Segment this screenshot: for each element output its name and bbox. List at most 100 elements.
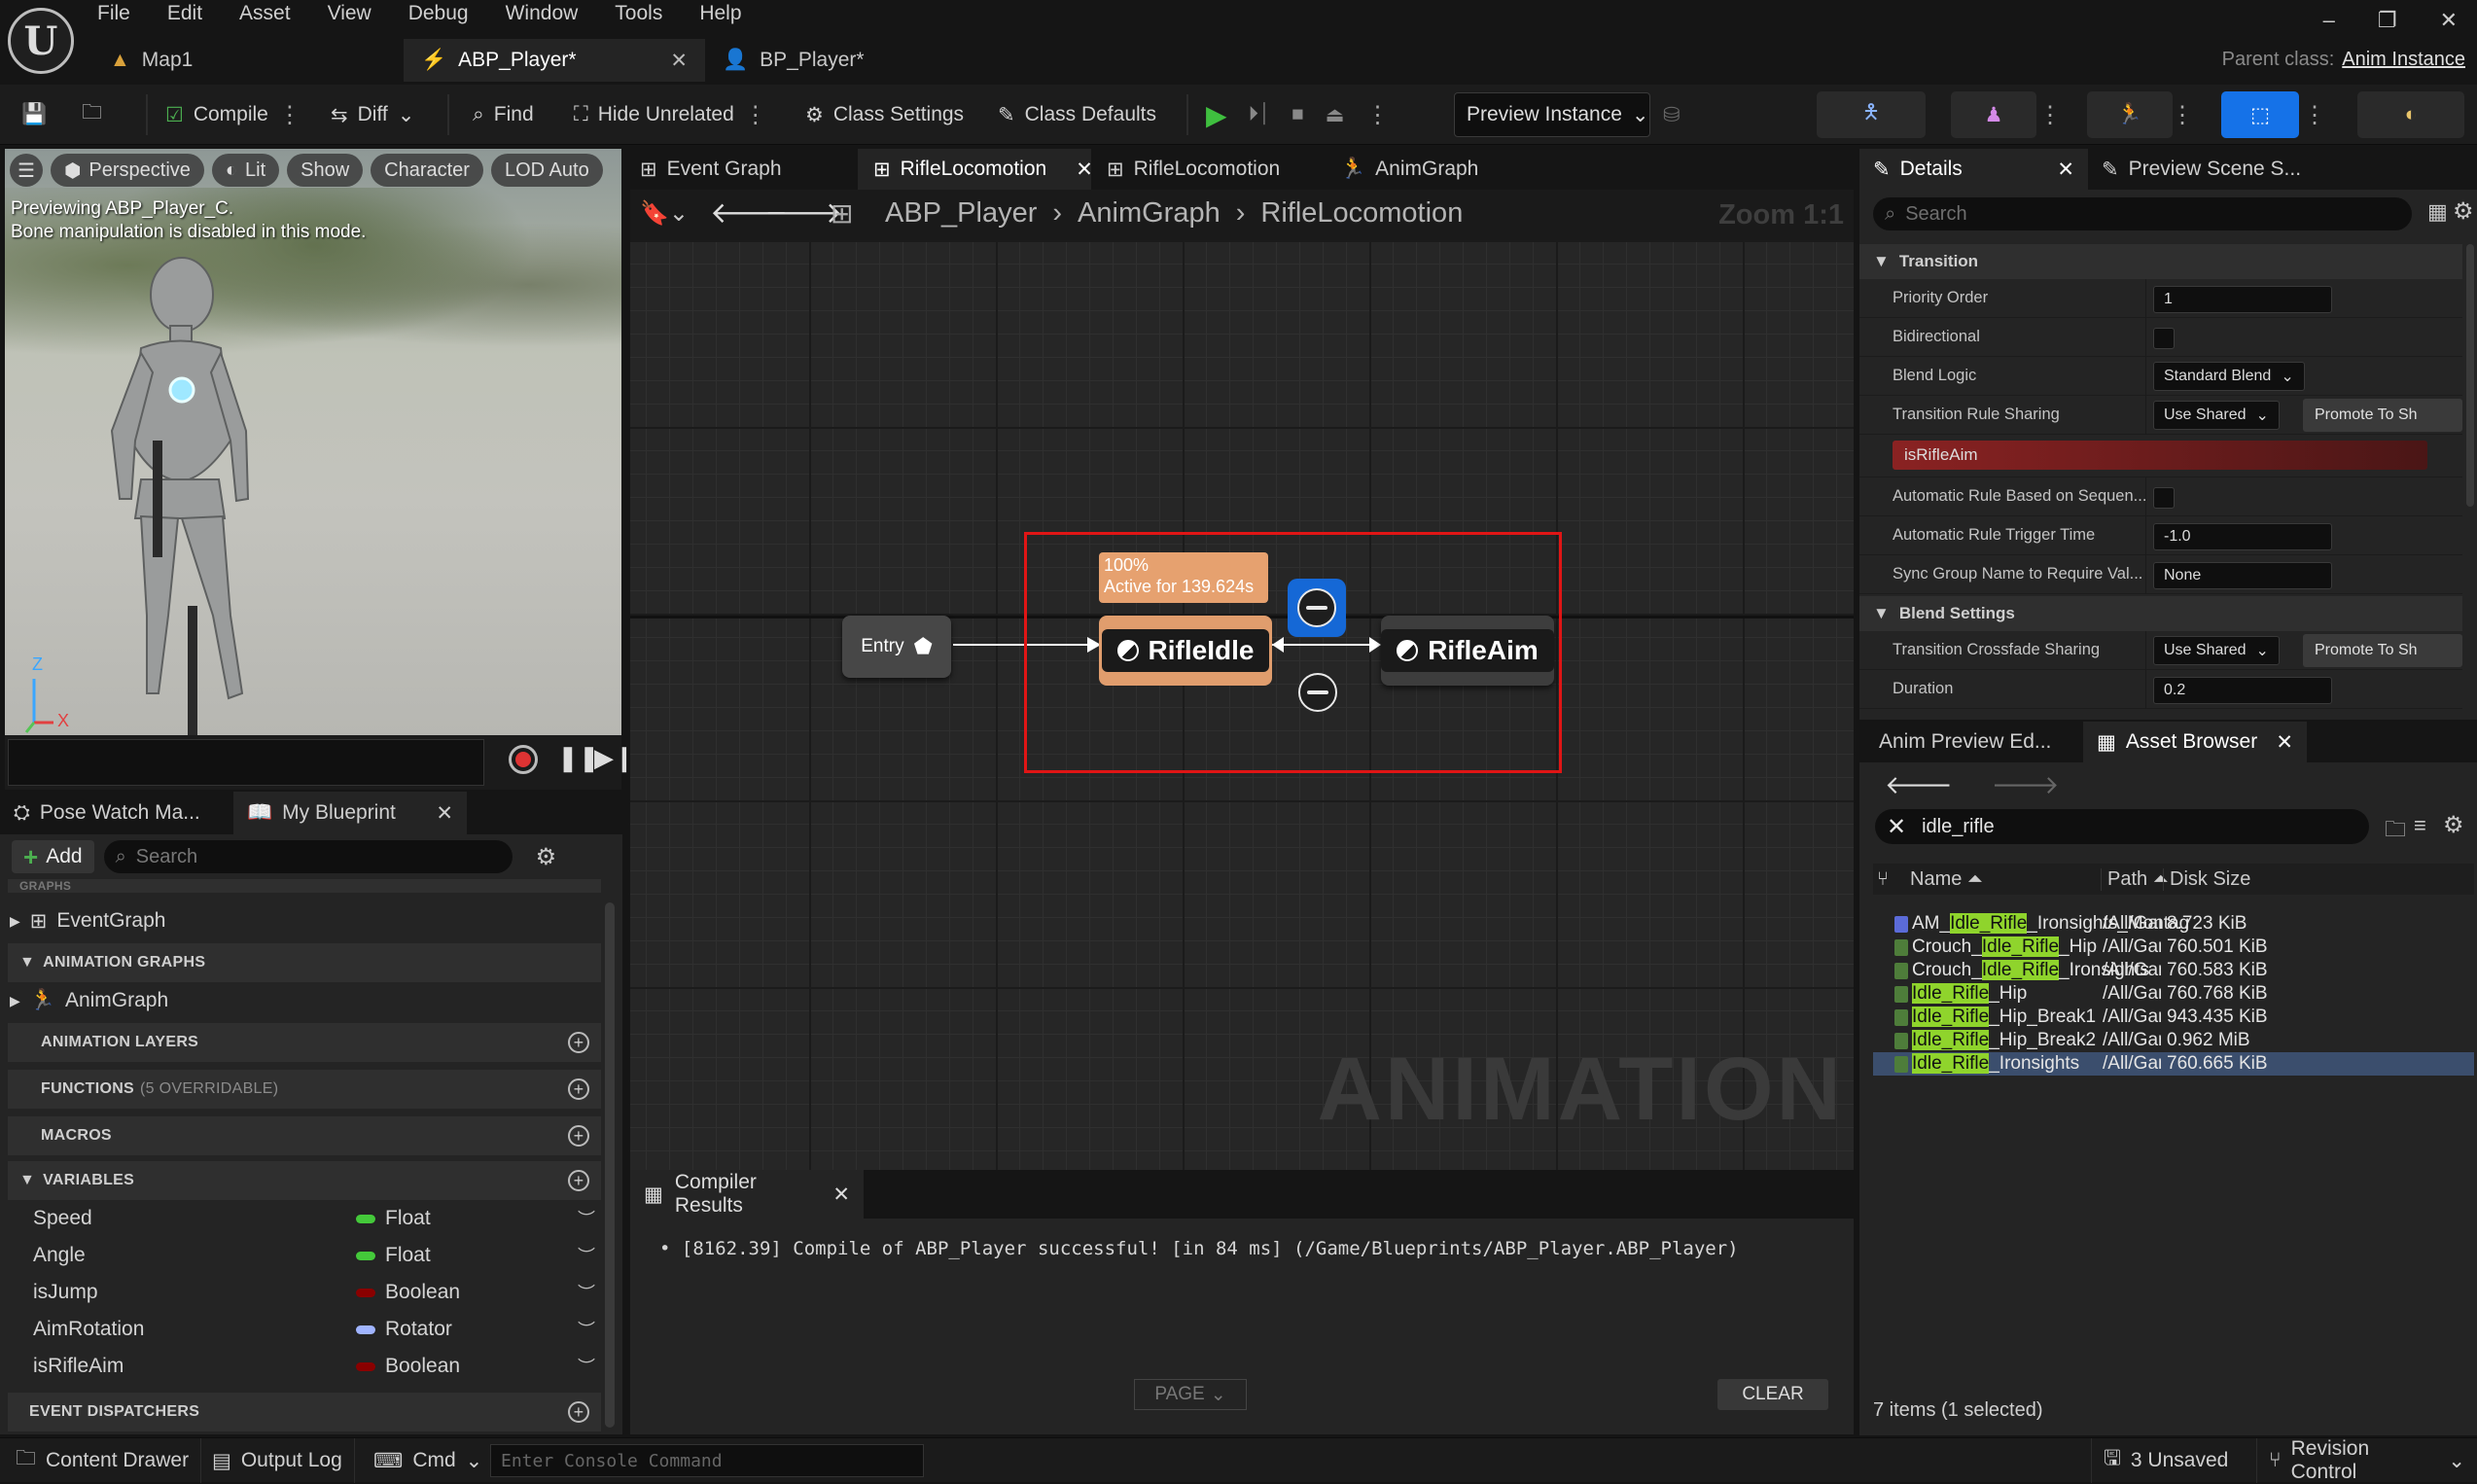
tab-compiler-results[interactable]: ▦ Compiler Results ✕ xyxy=(630,1170,864,1219)
add-button[interactable]: + Add xyxy=(12,840,94,873)
eye-closed-icon[interactable]: ︶ xyxy=(578,1280,595,1305)
scrollbar[interactable] xyxy=(605,902,615,1428)
variable-row[interactable]: AimRotation Rotator ︶ xyxy=(10,1311,601,1348)
tab-event-graph[interactable]: ⊞ Event Graph xyxy=(624,149,858,190)
content-drawer-button[interactable]: 🗀 Content Drawer xyxy=(4,1438,202,1483)
tree-item-anim-graph[interactable]: ▶ 🏃 AnimGraph xyxy=(10,982,168,1019)
tab-my-blueprint[interactable]: 📖 My Blueprint ✕ xyxy=(233,792,467,834)
sync-group-input[interactable]: None xyxy=(2153,562,2332,589)
hide-unrelated-button[interactable]: ⛶ Hide Unrelated ⋮ xyxy=(574,85,767,145)
parent-class-link[interactable]: Anim Instance xyxy=(2342,49,2465,70)
timeline-scrubber[interactable] xyxy=(8,739,484,786)
tab-asset-browser[interactable]: ▦ Asset Browser ✕ xyxy=(2083,722,2307,762)
menu-view[interactable]: View xyxy=(328,2,372,33)
compile-button[interactable]: ☑ Compile ⋮ xyxy=(165,85,301,145)
close-tab-icon[interactable]: ✕ xyxy=(2057,158,2074,182)
unreal-logo-icon[interactable]: U xyxy=(8,8,74,74)
asset-row[interactable]: Crouch_Idle_Rifle_Ironsights/All/Game/76… xyxy=(1873,959,2474,982)
tab-details[interactable]: ✎ Details ✕ xyxy=(1859,149,2088,190)
tab-anim-preview-editor[interactable]: Anim Preview Ed... xyxy=(1859,722,2083,762)
asset-row[interactable]: Crouch_Idle_Rifle_Hip/All/Game/760.501 K… xyxy=(1873,936,2474,959)
cmd-dropdown[interactable]: ⌨ Cmd ⌄ xyxy=(362,1438,494,1483)
doc-tab-map1[interactable]: ▲ Map1 xyxy=(92,39,404,82)
menu-help[interactable]: Help xyxy=(699,2,741,33)
variable-row[interactable]: isJump Boolean ︶ xyxy=(10,1274,601,1311)
doc-tab-abp-player[interactable]: ⚡ ABP_Player* ✕ xyxy=(404,39,705,82)
step-icon[interactable]: ⏵⏐ xyxy=(1249,103,1270,126)
doc-tab-bp-player[interactable]: 👤 BP_Player* xyxy=(705,39,1016,82)
add-layer-icon[interactable]: + xyxy=(568,1032,589,1053)
state-node-rifle-aim[interactable]: RifleAim xyxy=(1381,616,1554,686)
variable-row[interactable]: isRifleAim Boolean ︶ xyxy=(10,1348,601,1385)
menu-debug[interactable]: Debug xyxy=(408,2,469,33)
section-event-dispatchers[interactable]: EVENT DISPATCHERS + xyxy=(8,1393,601,1431)
column-options-icon[interactable]: ⑂ xyxy=(1877,868,1889,891)
clear-search-icon[interactable]: ✕ xyxy=(1887,813,1906,841)
tab-anim-graph[interactable]: 🏃 AnimGraph xyxy=(1325,149,1558,190)
class-defaults-button[interactable]: ✎ Class Defaults xyxy=(998,85,1156,145)
state-node-rifle-idle[interactable]: RifleIdle xyxy=(1099,616,1272,686)
character-button[interactable]: Character xyxy=(371,154,483,187)
clear-button[interactable]: CLEAR xyxy=(1717,1379,1828,1410)
asset-row[interactable]: Idle_Rifle_Hip_Break1/All/Game/943.435 K… xyxy=(1873,1006,2474,1029)
tab-pose-watch[interactable]: ⛭ Pose Watch Ma... xyxy=(0,792,233,834)
menu-asset[interactable]: Asset xyxy=(239,2,291,33)
transition-node[interactable] xyxy=(1292,666,1344,719)
animation-mode-button[interactable]: 🏃 xyxy=(2087,91,2173,138)
details-search-input[interactable]: ⌕ Search xyxy=(1873,197,2412,230)
automatic-rule-checkbox[interactable] xyxy=(2153,487,2175,509)
tab-rifle-locomotion[interactable]: ⊞ RifleLocomotion xyxy=(1091,149,1325,190)
transition-node-selected[interactable] xyxy=(1288,579,1346,637)
find-button[interactable]: ⌕ Find xyxy=(473,85,534,145)
section-animation-graphs[interactable]: ▼ ANIMATION GRAPHS xyxy=(8,943,601,982)
search-input[interactable]: ⌕ Search xyxy=(103,840,513,873)
output-log-button[interactable]: ▤ Output Log xyxy=(200,1438,355,1483)
close-tab-icon[interactable]: ✕ xyxy=(2276,730,2293,755)
folder-icon[interactable]: 🗀 xyxy=(2385,813,2406,850)
scrollbar[interactable] xyxy=(2466,244,2474,507)
asset-row[interactable]: Idle_Rifle_Hip_Break2/All/Game/0.962 MiB xyxy=(1873,1029,2474,1052)
crossfade-dropdown[interactable]: Use Shared ⌄ xyxy=(2153,636,2280,665)
preview-instance-dropdown[interactable]: Preview Instance ⌄ xyxy=(1454,92,1650,137)
show-button[interactable]: Show xyxy=(287,154,364,187)
entry-node[interactable]: Entry ⬟ xyxy=(842,616,951,678)
gear-icon[interactable]: ⚙ xyxy=(2453,197,2474,226)
menu-tools[interactable]: Tools xyxy=(615,2,662,33)
play-options-icon[interactable]: ⋮ xyxy=(1365,101,1389,129)
menu-window[interactable]: Window xyxy=(506,2,579,33)
trigger-time-input[interactable]: -1.0 xyxy=(2153,523,2332,550)
close-tab-icon[interactable]: ✕ xyxy=(436,801,453,826)
section-transition[interactable]: ▼ Transition xyxy=(1859,244,2462,279)
diff-button[interactable]: ⇆ Diff ⌄ xyxy=(331,85,414,145)
revision-control-button[interactable]: ⑂ Revision Control ⌄ xyxy=(2256,1437,2477,1483)
lit-button[interactable]: ◐ Lit xyxy=(211,154,280,187)
blueprint-mode-button[interactable]: ⬚ xyxy=(2221,91,2299,138)
variable-row[interactable]: Angle Float ︶ xyxy=(10,1237,601,1274)
skeleton-mode-button[interactable]: 🯅 xyxy=(1817,91,1926,138)
filter-icon[interactable]: ≡ xyxy=(2414,813,2426,838)
preview-viewport[interactable]: Z X ☰ ⬢ Perspective ◐ Lit Show Character L… xyxy=(5,149,621,735)
section-animation-layers[interactable]: ANIMATION LAYERS + xyxy=(8,1023,601,1062)
promote-rule-button[interactable]: Promote To Sh xyxy=(2303,399,2462,432)
priority-order-input[interactable]: 1 xyxy=(2153,286,2332,313)
console-input[interactable]: Enter Console Command xyxy=(490,1444,924,1477)
compile-options-icon[interactable]: ⋮ xyxy=(278,101,301,129)
eject-icon[interactable]: ⏏ xyxy=(1326,103,1345,127)
record-icon[interactable] xyxy=(509,745,538,774)
add-dispatcher-icon[interactable]: + xyxy=(568,1401,589,1423)
mesh-mode-button[interactable]: ♟ xyxy=(1951,91,2036,138)
rule-sharing-dropdown[interactable]: Use Shared ⌄ xyxy=(2153,401,2280,430)
graph-canvas[interactable]: 🔖⌄ 🡐 🡒 ⊞ ABP_Player › AnimGraph › RifleLoc… xyxy=(630,190,1854,1170)
close-tab-icon[interactable]: ✕ xyxy=(832,1183,850,1207)
step-forward-icon[interactable]: ▶❙ xyxy=(594,743,635,773)
save-icon[interactable]: 💾 xyxy=(21,85,47,145)
debug-filter-icon[interactable]: ⛁ xyxy=(1663,85,1681,145)
column-path[interactable]: Path ⏶ xyxy=(2101,867,2169,891)
bp-options-icon[interactable]: ⋮ xyxy=(2303,101,2326,129)
menu-edit[interactable]: Edit xyxy=(167,2,202,33)
bidirectional-checkbox[interactable] xyxy=(2153,328,2175,349)
tab-rifle-locomotion-active[interactable]: ⊞ RifleLocomotion ✕ xyxy=(858,149,1093,190)
promote-crossfade-button[interactable]: Promote To Sh xyxy=(2303,634,2462,667)
asset-row[interactable]: Idle_Rifle_Hip/All/Game/760.768 KiB xyxy=(1873,982,2474,1006)
section-functions[interactable]: FUNCTIONS (5 OVERRIDABLE) + xyxy=(8,1070,601,1109)
